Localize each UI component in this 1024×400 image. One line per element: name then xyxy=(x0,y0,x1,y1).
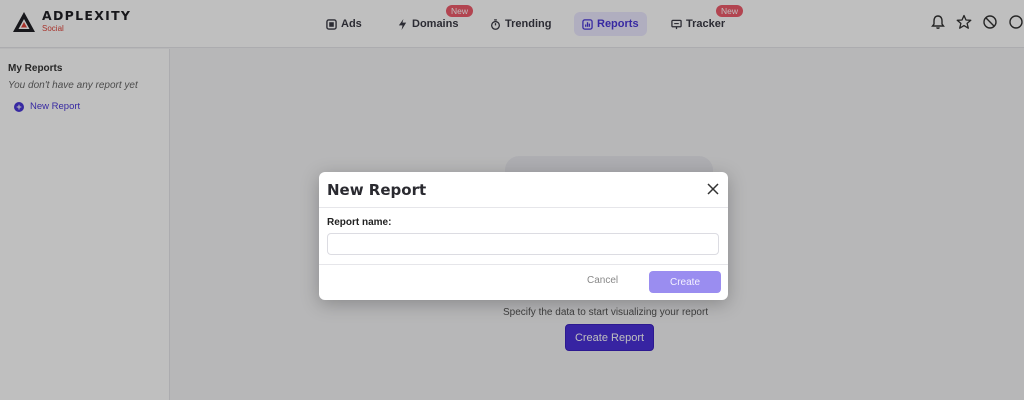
report-name-label: Report name: xyxy=(327,217,392,228)
new-report-dialog: New Report Report name: Cancel Create xyxy=(319,172,728,300)
cancel-button[interactable]: Cancel xyxy=(587,275,618,286)
create-button[interactable]: Create xyxy=(649,271,721,293)
report-name-input[interactable] xyxy=(327,233,719,255)
dialog-header: New Report xyxy=(319,172,728,208)
close-icon[interactable] xyxy=(707,183,719,195)
dialog-title: New Report xyxy=(327,181,427,199)
